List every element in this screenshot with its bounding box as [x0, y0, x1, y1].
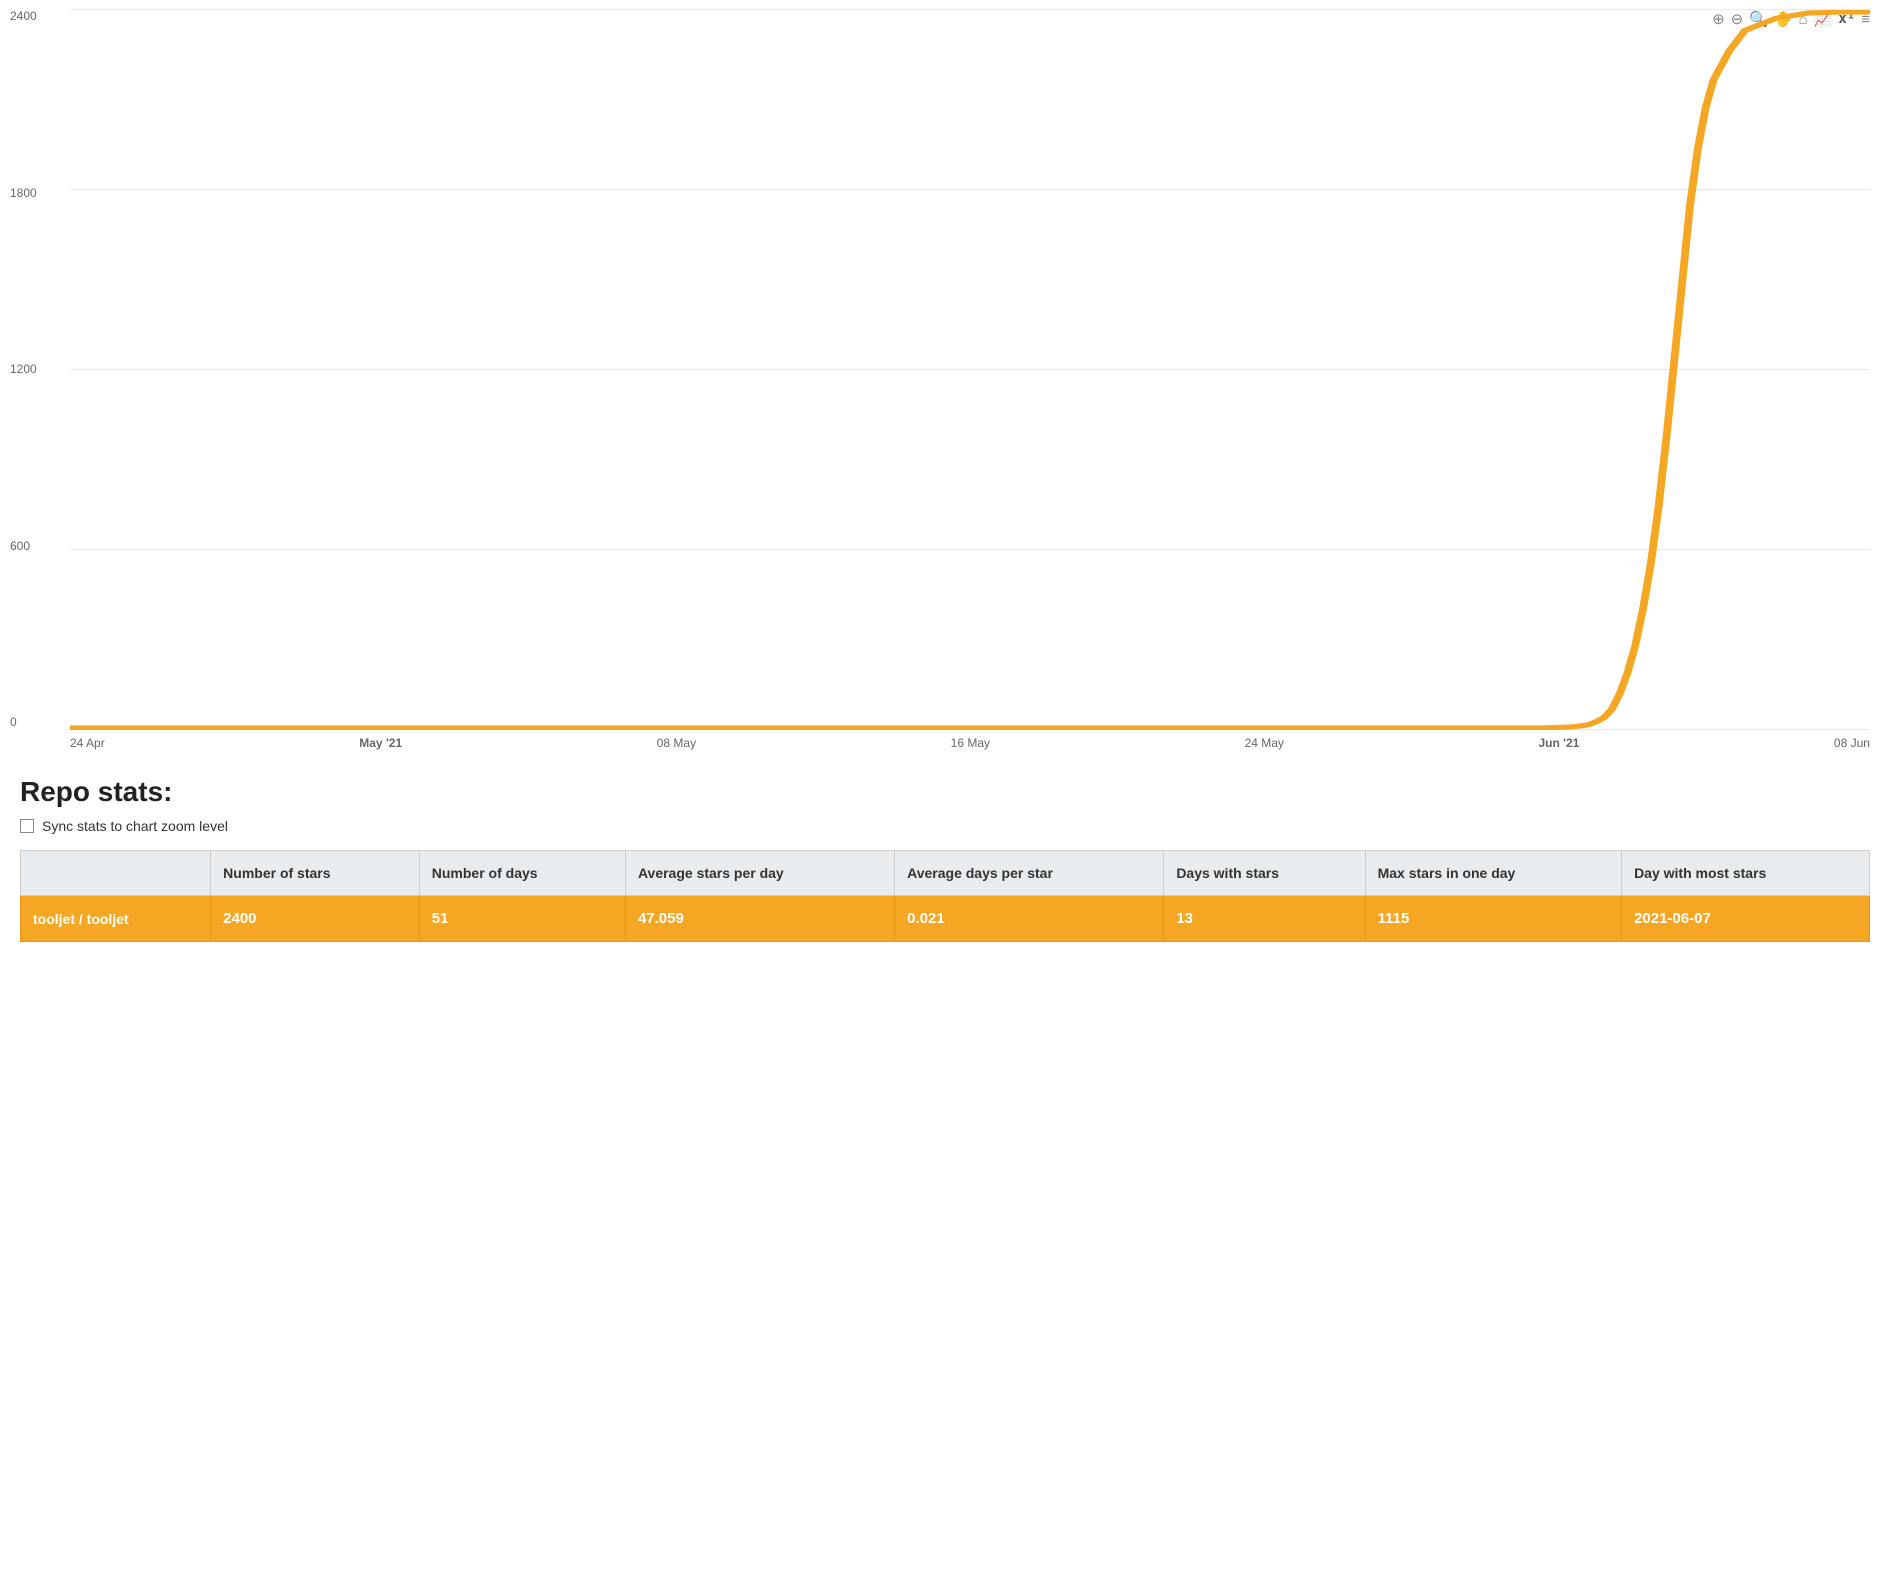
cell-max-stars: 1115: [1365, 896, 1621, 942]
x-axis-labels: 24 Apr May '21 08 May 16 May 24 May Jun …: [70, 730, 1870, 760]
cell-avg-days: 0.021: [895, 896, 1164, 942]
col-header-days: Number of days: [419, 851, 625, 896]
sync-checkbox-row: Sync stats to chart zoom level: [20, 818, 1870, 834]
y-label-2400: 2400: [10, 10, 37, 22]
y-label-0: 0: [10, 716, 37, 728]
cell-avg-stars: 47.059: [625, 896, 894, 942]
cell-days-stars: 13: [1164, 896, 1365, 942]
repo-name: tooljet / tooljet: [21, 896, 211, 942]
x-label-jun21: Jun '21: [1538, 736, 1579, 750]
col-header-avg-days: Average days per star: [895, 851, 1164, 896]
y-axis-labels: 0 600 1200 1800 2400: [10, 10, 37, 730]
col-header-stars: Number of stars: [211, 851, 420, 896]
stats-table: Number of stars Number of days Average s…: [20, 850, 1870, 942]
x-label-may21: May '21: [359, 736, 402, 750]
sync-label: Sync stats to chart zoom level: [42, 818, 228, 834]
repo-stats-title: Repo stats:: [20, 776, 1870, 808]
repo-stats-section: Repo stats: Sync stats to chart zoom lev…: [0, 760, 1890, 942]
col-header-day-most: Day with most stars: [1622, 851, 1870, 896]
y-label-600: 600: [10, 540, 37, 552]
cell-stars: 2400: [211, 896, 420, 942]
col-header-max-stars: Max stars in one day: [1365, 851, 1621, 896]
chart-container: ⊕ ⊖ 🔍 ✋ ⌂ 📈 x¹ ≡ 0 600 1200 1800 2400: [0, 0, 1890, 760]
x-label-16may: 16 May: [951, 736, 990, 750]
x-label-08jun: 08 Jun: [1834, 736, 1870, 750]
chart-area: 0 600 1200 1800 2400: [70, 10, 1870, 730]
chart-svg: [70, 10, 1870, 730]
cell-day-most: 2021-06-07: [1622, 896, 1870, 942]
x-label-24may: 24 May: [1245, 736, 1284, 750]
x-label-08may: 08 May: [657, 736, 696, 750]
sync-checkbox[interactable]: [20, 819, 34, 833]
col-header-days-stars: Days with stars: [1164, 851, 1365, 896]
col-header-empty: [21, 851, 211, 896]
col-header-avg-stars: Average stars per day: [625, 851, 894, 896]
table-header-row: Number of stars Number of days Average s…: [21, 851, 1870, 896]
cell-days: 51: [419, 896, 625, 942]
y-label-1200: 1200: [10, 363, 37, 375]
table-row: tooljet / tooljet 2400 51 47.059 0.021 1…: [21, 896, 1870, 942]
x-label-24apr: 24 Apr: [70, 736, 105, 750]
y-label-1800: 1800: [10, 187, 37, 199]
